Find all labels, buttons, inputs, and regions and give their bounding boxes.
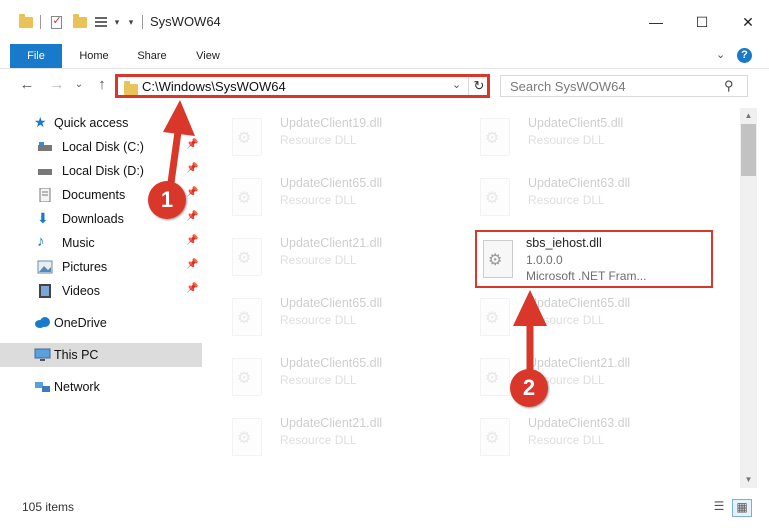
file-explorer-window: ▾ ▾ SysWOW64 — ☐ ✕ File Home Share View …: [0, 0, 769, 528]
annotation-arrows: [163, 100, 547, 372]
step-2-badge: 2: [510, 369, 548, 407]
arrow-2-head: [513, 290, 547, 326]
arrow-1-head: [163, 100, 195, 136]
step-1-badge: 1: [148, 181, 186, 219]
